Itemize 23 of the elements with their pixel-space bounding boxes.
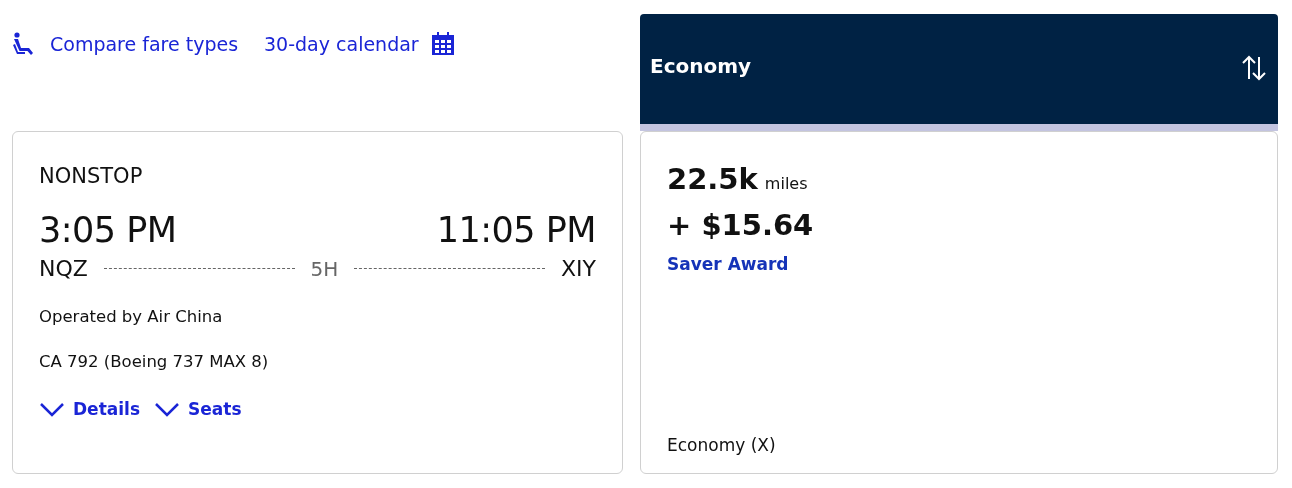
miles-unit: miles <box>764 174 808 193</box>
chevron-icon <box>154 401 180 417</box>
expand-toggle[interactable]: Seats <box>154 399 242 419</box>
link[interactable]: 30-day calendar <box>264 32 455 56</box>
duration: 5H <box>310 256 339 281</box>
sort-icon[interactable] <box>1240 54 1268 82</box>
arrive-time: 11:05 PM <box>436 210 596 250</box>
fare-card[interactable]: 22.5k miles + $15.64 Saver Award Economy (X) <box>640 131 1278 474</box>
calendar-icon <box>430 32 455 56</box>
stops-label: NONSTOP <box>39 164 144 188</box>
origin-code: NQZ <box>39 256 88 281</box>
cabin-class: Economy (X) <box>667 435 777 455</box>
miles-value: 22.5k <box>667 162 758 196</box>
operator-text: Operated by Air China <box>39 307 224 326</box>
link[interactable]: Compare fare types <box>12 32 239 56</box>
aircraft-text: CA 792 (Boeing 737 MAX 8) <box>39 352 270 371</box>
column-title: Economy <box>650 54 752 78</box>
award-type: Saver Award <box>667 254 790 274</box>
taxes-amount: + $15.64 <box>667 208 815 242</box>
depart-time: 3:05 PM <box>39 210 177 250</box>
expand-toggle[interactable]: Details <box>39 399 140 419</box>
destination-code: XIY <box>561 256 596 281</box>
chevron-icon <box>39 401 65 417</box>
